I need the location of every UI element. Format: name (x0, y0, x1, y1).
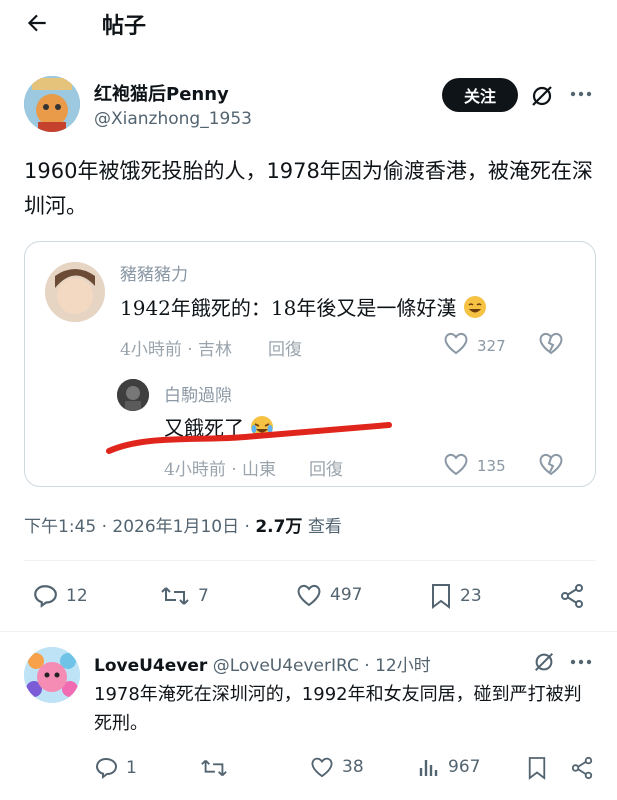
reply-like-count: 38 (342, 757, 364, 777)
laughing-emoji-icon (463, 295, 487, 324)
comment2-like-count: 135 (477, 457, 506, 475)
reply-repost-icon (200, 756, 228, 780)
commenter1-name: 豬豬豬力 (120, 265, 188, 285)
share-icon[interactable] (559, 583, 585, 609)
views-bar-chart-icon (418, 756, 440, 778)
reply-author-name[interactable]: LoveU4ever (94, 656, 207, 676)
heart-icon (296, 583, 322, 607)
timestamp-text: 下午1:45 · 2026年1月10日 · (24, 517, 256, 537)
comment1-text: 1942年餓死的：18年後又是一條好漢 (120, 292, 487, 324)
repost-icon (160, 583, 190, 609)
post-text: 1960年被饿死投胎的人，1978年因为偷渡香港，被淹死在深圳河。 (24, 159, 593, 218)
comment1-dislike-icon (538, 331, 564, 355)
reply-reply-count: 1 (126, 758, 137, 778)
author-avatar[interactable] (24, 76, 80, 132)
reply-more-icon[interactable] (569, 658, 593, 666)
reply-reply-button[interactable]: 1 (94, 756, 137, 780)
reply-text: 1978年淹死在深圳河的，1992年和女友同居，碰到严打被判死刑。 (94, 684, 582, 734)
back-arrow-icon[interactable] (24, 10, 50, 36)
quoted-screenshot-card[interactable]: 豬豬豬力 1942年餓死的：18年後又是一條好漢 4小時前 · 吉林 回復 32… (24, 241, 596, 487)
comment2-reply-link: 回復 (309, 460, 343, 480)
grok-slash-icon[interactable] (529, 83, 555, 109)
reply-icon (32, 583, 58, 609)
comment1-reply-link: 回復 (268, 340, 302, 360)
views-count[interactable]: 2.7万 (255, 517, 302, 537)
comment2-like-icon (443, 452, 469, 476)
post-timestamp: 下午1:45 · 2026年1月10日 · 2.7万 查看 (24, 512, 342, 537)
follow-button[interactable]: 关注 (442, 78, 518, 112)
author-handle[interactable]: @Xianzhong_1953 (94, 109, 252, 129)
reply-author-avatar[interactable] (24, 647, 80, 703)
views-label: 查看 (302, 517, 342, 537)
reply-button[interactable]: 12 (32, 583, 88, 609)
like-count: 497 (330, 585, 363, 605)
more-icon[interactable] (569, 90, 593, 98)
reply-views-button[interactable]: 967 (418, 756, 480, 778)
bookmark-count: 23 (460, 586, 482, 606)
reply-heart-icon (310, 756, 334, 778)
page-title: 帖子 (102, 14, 147, 39)
reply-author-line: LoveU4ever @LoveU4everIRC · 12小时 (94, 651, 431, 676)
repost-button[interactable]: 7 (160, 583, 209, 609)
comment1-meta: 4小時前 · 吉林 (120, 340, 233, 360)
reply-author-handle[interactable]: @LoveU4everIRC (213, 656, 359, 676)
red-underline-annotation (106, 422, 392, 454)
reply-views-count: 967 (448, 757, 481, 777)
reply-reply-icon (94, 756, 118, 780)
reply-repost-button[interactable] (200, 756, 228, 780)
bookmark-icon (430, 583, 452, 609)
comment1-like-icon (443, 331, 469, 355)
bookmark-button[interactable]: 23 (430, 583, 482, 609)
author-name[interactable]: 红袍猫后Penny (94, 80, 229, 106)
reply-share-icon[interactable] (570, 756, 594, 780)
commenter2-avatar (117, 379, 149, 411)
reply-time[interactable]: · 12小时 (359, 656, 430, 676)
commenter2-name: 白駒過隙 (164, 386, 232, 406)
commenter1-avatar (45, 262, 105, 322)
comment1-text-body: 1942年餓死的：18年後又是一條好漢 (120, 296, 457, 320)
comment1-like-count: 327 (477, 337, 506, 355)
like-button[interactable]: 497 (296, 583, 362, 607)
reply-like-button[interactable]: 38 (310, 756, 364, 778)
repost-count: 7 (198, 586, 209, 606)
reply-count: 12 (66, 586, 88, 606)
comment2-dislike-icon (538, 452, 564, 476)
divider (24, 560, 596, 561)
reply-bookmark-icon[interactable] (527, 756, 547, 780)
comment2-meta: 4小時前 · 山東 (164, 460, 277, 480)
reply-grok-slash-icon[interactable] (532, 650, 556, 674)
section-divider (0, 631, 617, 632)
